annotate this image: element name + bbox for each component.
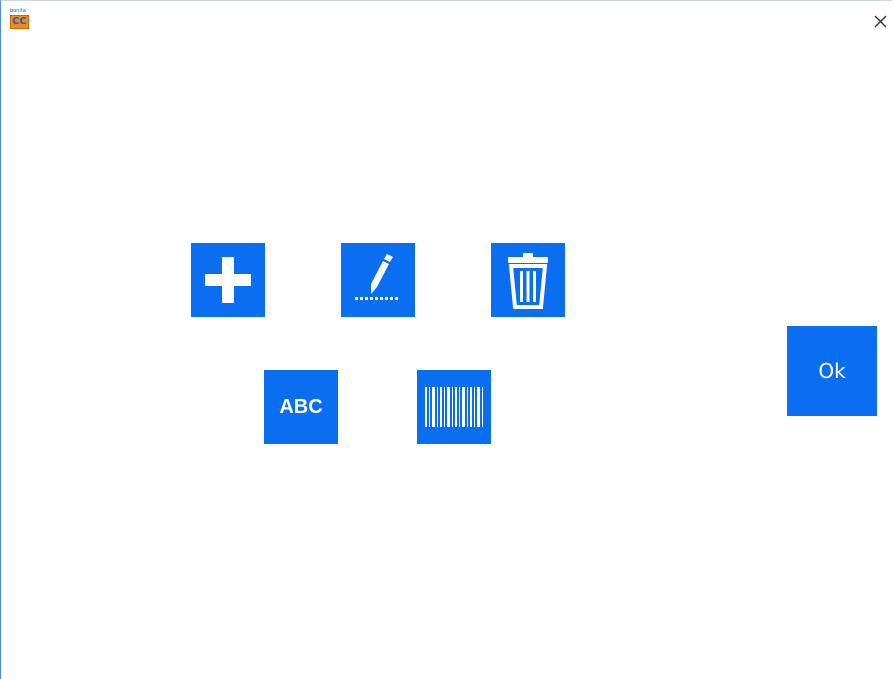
add-button[interactable]	[191, 243, 265, 317]
trash-icon	[508, 253, 548, 309]
close-icon	[874, 15, 887, 28]
barcode-button[interactable]	[417, 370, 491, 444]
dialog-window: bonita CC ABC Ok	[0, 0, 892, 679]
delete-button[interactable]	[491, 243, 565, 317]
edit-button[interactable]	[341, 243, 415, 317]
app-logo-top-text: bonita	[10, 8, 26, 14]
plus-icon	[205, 257, 251, 303]
pencil-icon	[355, 254, 398, 300]
barcode-icon	[425, 387, 483, 427]
text-button-label: ABC	[279, 396, 323, 418]
app-logo-icon: bonita CC	[10, 9, 30, 31]
ok-button[interactable]: Ok	[787, 326, 877, 416]
text-button[interactable]: ABC	[264, 370, 338, 444]
app-logo-text: CC	[10, 15, 29, 29]
close-button[interactable]	[870, 11, 892, 33]
